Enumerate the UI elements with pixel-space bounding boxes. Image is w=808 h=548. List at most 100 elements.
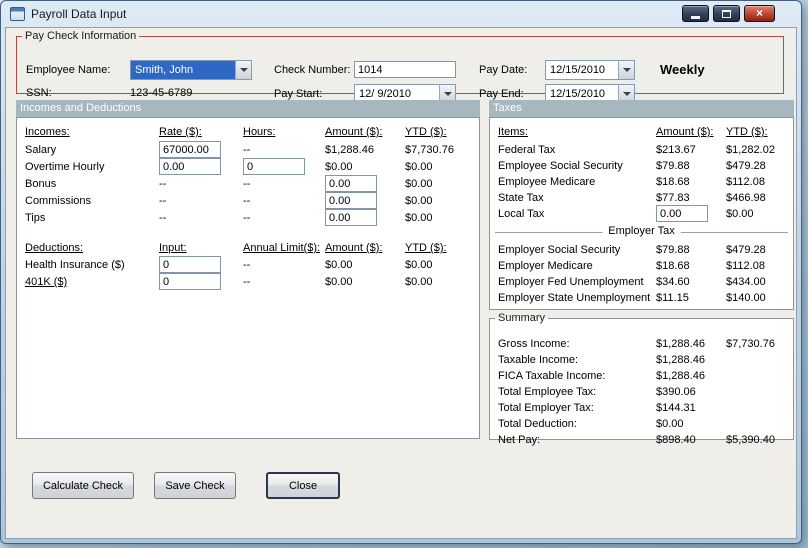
pay-date-label: Pay Date: xyxy=(479,64,528,76)
deduction-amount-header: Amount ($): xyxy=(325,242,383,254)
annual-limit-header: Annual Limit($): xyxy=(243,242,321,254)
salary-amount-value: $1,288.46 xyxy=(325,144,374,156)
employee-medicare-label: Employee Medicare xyxy=(498,176,596,188)
summary-legend: Summary xyxy=(498,312,546,324)
local-tax-ytd: $0.00 xyxy=(726,208,754,220)
pay-start-label: Pay Start: xyxy=(274,88,323,100)
commissions-rate-value: -- xyxy=(159,195,167,207)
tips-hours-value: -- xyxy=(243,212,251,224)
amount-header: Amount ($): xyxy=(325,126,383,138)
bonus-ytd-value: $0.00 xyxy=(405,178,433,190)
commissions-label: Commissions xyxy=(25,195,92,207)
salary-ytd-value: $7,730.76 xyxy=(405,144,454,156)
health-insurance-annual-value: -- xyxy=(243,259,251,271)
window-controls: × xyxy=(682,5,775,22)
state-tax-ytd: $466.98 xyxy=(726,192,766,204)
total-deduction-label: Total Deduction: xyxy=(498,418,577,430)
fica-taxable-income-label: FICA Taxable Income: xyxy=(498,370,606,382)
employer-medicare-label: Employer Medicare xyxy=(498,260,593,272)
window-title: Payroll Data Input xyxy=(31,7,127,21)
minimize-icon xyxy=(691,15,700,19)
k401-amount-value: $0.00 xyxy=(325,276,353,288)
employee-ss-amount: $79.88 xyxy=(656,160,690,172)
tax-items-header: Items: xyxy=(498,126,528,138)
incomes-header: Incomes: xyxy=(25,126,70,138)
total-deduction-value: $0.00 xyxy=(656,418,684,430)
employer-fed-unemployment-ytd: $434.00 xyxy=(726,276,766,288)
overtime-hours-input[interactable] xyxy=(243,158,305,175)
tips-ytd-value: $0.00 xyxy=(405,212,433,224)
overtime-ytd-value: $0.00 xyxy=(405,161,433,173)
employer-ss-amount: $79.88 xyxy=(656,244,690,256)
tax-amount-header: Amount ($): xyxy=(656,126,714,138)
gross-income-ytd: $7,730.76 xyxy=(726,338,775,350)
salary-label: Salary xyxy=(25,144,57,156)
tax-ytd-header: YTD ($): xyxy=(726,126,768,138)
commissions-hours-value: -- xyxy=(243,195,251,207)
employee-ss-ytd: $479.28 xyxy=(726,160,766,172)
salary-rate-input[interactable] xyxy=(159,141,221,158)
taxable-income-value: $1,288.46 xyxy=(656,354,705,366)
rate-header: Rate ($): xyxy=(159,126,202,138)
employer-ss-label: Employer Social Security xyxy=(498,244,621,256)
app-icon xyxy=(10,7,25,21)
employee-medicare-ytd: $112.08 xyxy=(726,176,765,188)
pay-date-value: 12/15/2010 xyxy=(550,64,606,76)
check-number-input[interactable] xyxy=(354,61,456,78)
maximize-button[interactable] xyxy=(713,5,740,22)
pay-frequency-label: Weekly xyxy=(660,62,705,77)
employee-name-value: Smith, John xyxy=(135,64,194,76)
total-employee-tax-value: $390.06 xyxy=(656,386,696,398)
local-tax-input[interactable] xyxy=(656,205,708,222)
net-pay-value: $898.40 xyxy=(656,434,696,446)
pay-date-dropdown-icon xyxy=(618,61,634,79)
paycheck-info-group: Pay Check Information Employee Name: Smi… xyxy=(16,30,784,104)
minimize-button[interactable] xyxy=(682,5,709,22)
window-close-button[interactable]: × xyxy=(744,5,775,22)
k401-link[interactable]: 401K ($) xyxy=(25,276,67,288)
federal-tax-amount: $213.67 xyxy=(656,144,696,156)
employer-fed-unemployment-amount: $34.60 xyxy=(656,276,690,288)
deduction-ytd-header: YTD ($): xyxy=(405,242,447,254)
section-header-incomes-deductions: Incomes and Deductions xyxy=(16,100,480,117)
check-number-label: Check Number: xyxy=(274,64,351,76)
tips-amount-input[interactable] xyxy=(325,209,377,226)
net-pay-ytd: $5,390.40 xyxy=(726,434,775,446)
maximize-icon xyxy=(722,9,731,18)
salary-hours-value: -- xyxy=(243,144,251,156)
overtime-label: Overtime Hourly xyxy=(25,161,105,173)
summary-group: Summary Gross Income: $1,288.46 $7,730.7… xyxy=(489,312,794,446)
employee-name-combobox[interactable]: Smith, John xyxy=(130,60,252,80)
ytd-header: YTD ($): xyxy=(405,126,447,138)
state-tax-label: State Tax xyxy=(498,192,544,204)
calculate-check-button[interactable]: Calculate Check xyxy=(32,472,134,499)
tips-rate-value: -- xyxy=(159,212,167,224)
payroll-window: Payroll Data Input × Pay Check Informati… xyxy=(0,0,802,544)
paycheck-info-legend: Pay Check Information xyxy=(25,30,137,42)
save-check-button[interactable]: Save Check xyxy=(154,472,236,499)
federal-tax-label: Federal Tax xyxy=(498,144,556,156)
bonus-amount-input[interactable] xyxy=(325,175,377,192)
commissions-amount-input[interactable] xyxy=(325,192,377,209)
employer-tax-header: Employer Tax xyxy=(602,225,681,237)
commissions-ytd-value: $0.00 xyxy=(405,195,433,207)
k401-annual-value: -- xyxy=(243,276,251,288)
taxes-panel: Items: Amount ($): YTD ($): Federal Tax … xyxy=(489,117,794,310)
health-insurance-input[interactable] xyxy=(159,256,221,273)
health-insurance-amount-value: $0.00 xyxy=(325,259,353,271)
employer-fed-unemployment-label: Employer Fed Unemployment xyxy=(498,276,644,288)
pay-date-datepicker[interactable]: 12/15/2010 xyxy=(545,60,635,80)
k401-input[interactable] xyxy=(159,273,221,290)
close-check-button[interactable]: Close xyxy=(266,472,340,499)
fica-taxable-income-value: $1,288.46 xyxy=(656,370,705,382)
overtime-rate-input[interactable] xyxy=(159,158,221,175)
overtime-amount-value: $0.00 xyxy=(325,161,353,173)
employer-medicare-ytd: $112.08 xyxy=(726,260,765,272)
health-insurance-ytd-value: $0.00 xyxy=(405,259,433,271)
tips-label: Tips xyxy=(25,212,46,224)
gross-income-value: $1,288.46 xyxy=(656,338,705,350)
employer-state-unemployment-ytd: $140.00 xyxy=(726,292,766,304)
gross-income-label: Gross Income: xyxy=(498,338,570,350)
bonus-rate-value: -- xyxy=(159,178,167,190)
employee-medicare-amount: $18.68 xyxy=(656,176,690,188)
